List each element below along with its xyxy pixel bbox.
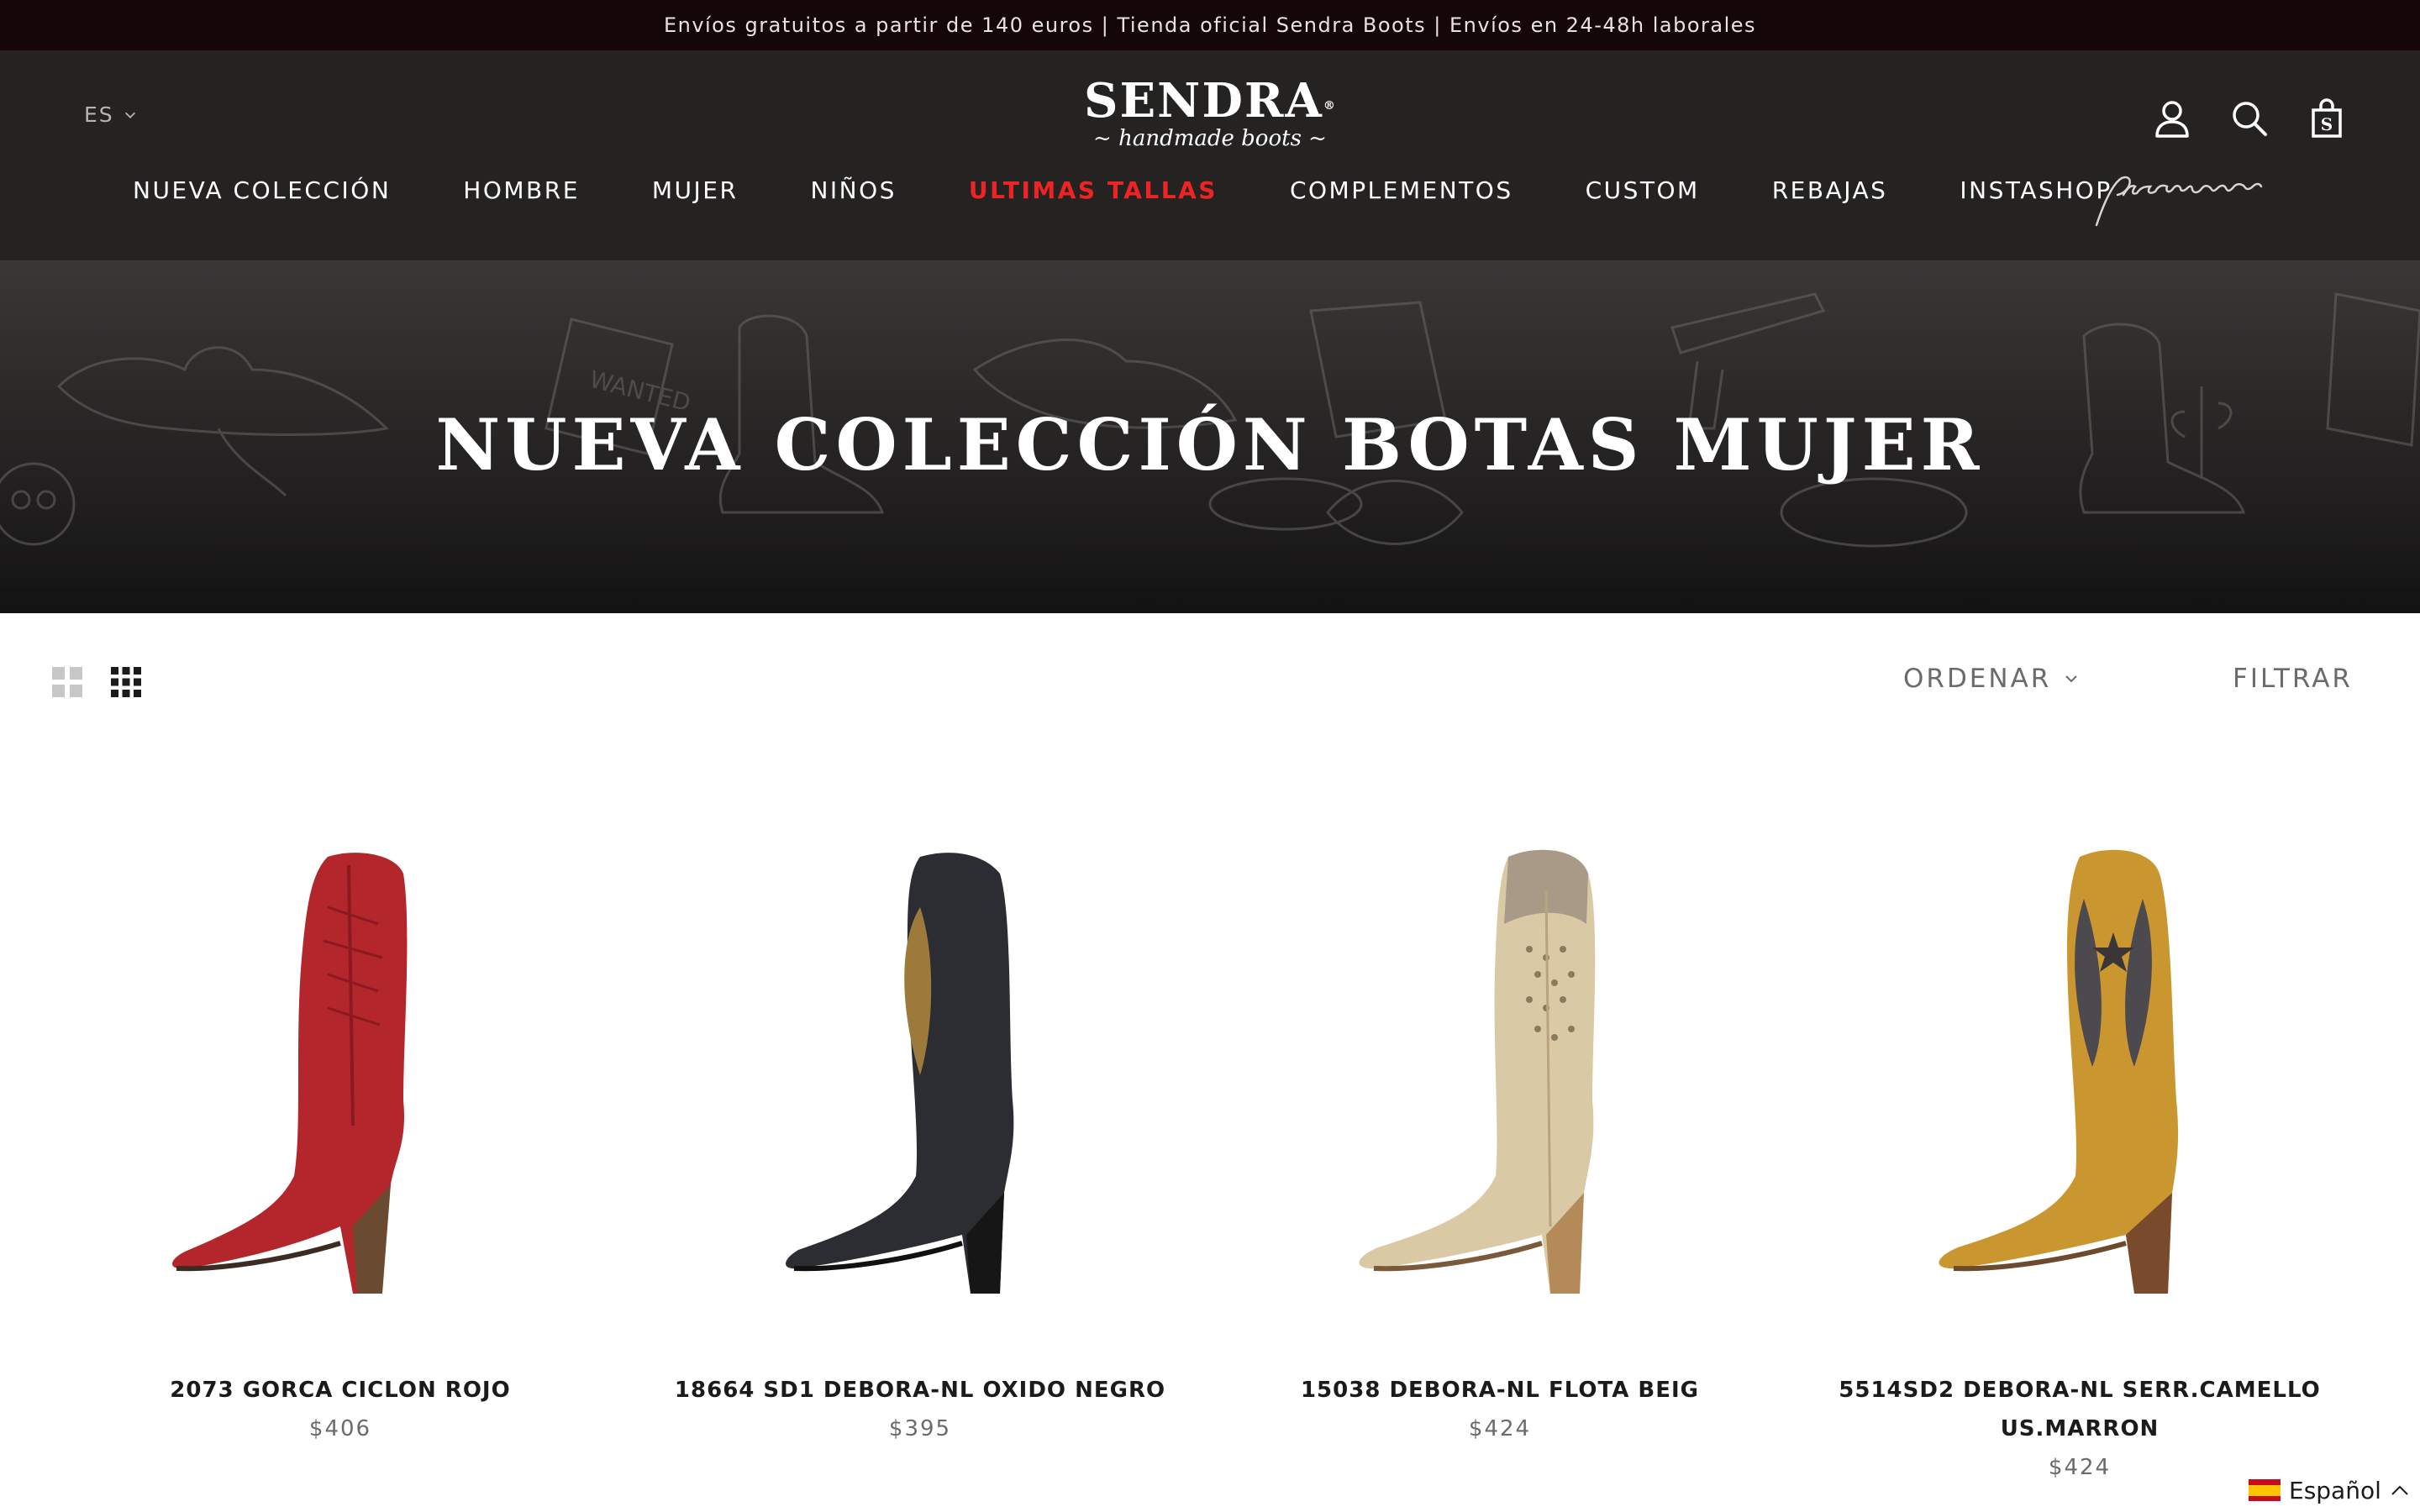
- camel-boot-image: [1939, 849, 2179, 1294]
- product-name[interactable]: 18664 SD1 DEBORA-NL OXIDO NEGRO: [630, 1371, 1210, 1410]
- logo-main-text: SENDRA: [1084, 73, 1323, 129]
- sort-label: ORDENAR: [1903, 664, 2052, 694]
- premium-script-logo: [2095, 176, 2263, 227]
- sort-dropdown[interactable]: ORDENAR: [1903, 664, 2080, 694]
- chevron-down-icon: [2065, 675, 2078, 683]
- language-label: Español: [2289, 1476, 2381, 1504]
- product-grid: 2073 GORCA CICLON ROJO $406 18664 SD1 DE…: [0, 823, 2420, 1512]
- search-icon[interactable]: [2230, 97, 2269, 139]
- nav-custom[interactable]: CUSTOM: [1586, 176, 1700, 204]
- announcement-bar: Envíos gratuitos a partir de 140 euros |…: [0, 0, 2420, 50]
- premium-link[interactable]: [2088, 166, 2277, 234]
- logo-tagline: ~ handmade boots ~: [1093, 126, 1327, 151]
- product-card[interactable]: 5514SD2 DEBORA-NL SERR.CAMELLO US.MARRON…: [1790, 823, 2370, 1480]
- svg-text:S: S: [2321, 114, 2333, 134]
- torn-paper-edge: [0, 588, 2420, 606]
- nav-hombre[interactable]: HOMBRE: [463, 176, 580, 204]
- filter-button[interactable]: FILTRAR: [2233, 664, 2353, 694]
- chevron-up-icon: [2391, 1485, 2408, 1495]
- collection-title: NUEVA COLECCIÓN BOTAS MUJER: [435, 403, 1985, 486]
- language-selector[interactable]: ES: [84, 102, 138, 127]
- chevron-down-icon: [124, 112, 135, 118]
- red-boot-image: [172, 853, 408, 1294]
- nav-ultimas-tallas[interactable]: ULTIMAS TALLAS: [969, 176, 1218, 204]
- announcement-text: Envíos gratuitos a partir de 140 euros |…: [663, 13, 1757, 37]
- site-logo[interactable]: SENDRA® ~ handmade boots ~: [1084, 76, 1336, 160]
- product-image[interactable]: [630, 823, 1210, 1327]
- product-price: $395: [888, 1416, 952, 1441]
- spain-flag-icon: [2249, 1479, 2281, 1501]
- black-boot-image: [786, 853, 1014, 1294]
- site-header: ES SENDRA® ~ handmade boots ~ S NUEVA CO…: [0, 50, 2420, 260]
- nav-complementos[interactable]: COMPLEMENTOS: [1290, 176, 1513, 204]
- logo-registered-mark: ®: [1323, 99, 1337, 113]
- collection-hero-banner: WANTED NUEVA COLECCIÓN BOTAS MUJER: [0, 260, 2420, 613]
- product-image[interactable]: [50, 823, 630, 1327]
- language-switcher-widget[interactable]: Español: [2235, 1468, 2420, 1512]
- collection-toolbar: ORDENAR FILTRAR: [0, 655, 2420, 706]
- language-code: ES: [84, 102, 114, 127]
- nav-nueva-coleccion[interactable]: NUEVA COLECCIÓN: [133, 176, 391, 204]
- product-name[interactable]: 5514SD2 DEBORA-NL SERR.CAMELLO US.MARRON: [1790, 1371, 2370, 1448]
- product-price: $424: [1468, 1416, 1532, 1441]
- product-card[interactable]: 15038 DEBORA-NL FLOTA BEIG $424: [1210, 823, 1790, 1441]
- product-card[interactable]: 2073 GORCA CICLON ROJO $406: [50, 823, 630, 1441]
- nav-ninos[interactable]: NIÑOS: [810, 176, 896, 204]
- product-name[interactable]: 15038 DEBORA-NL FLOTA BEIG: [1210, 1371, 1790, 1410]
- cart-icon[interactable]: S: [2307, 97, 2346, 139]
- product-card[interactable]: 18664 SD1 DEBORA-NL OXIDO NEGRO $395: [630, 823, 1210, 1441]
- product-image[interactable]: [1790, 823, 2370, 1327]
- beige-boot-image: [1359, 849, 1596, 1294]
- product-image[interactable]: [1210, 823, 1790, 1327]
- nav-mujer[interactable]: MUJER: [652, 176, 739, 204]
- nav-rebajas[interactable]: REBAJAS: [1772, 176, 1888, 204]
- header-actions: S: [2153, 97, 2346, 139]
- main-navigation: NUEVA COLECCIÓN HOMBRE MUJER NIÑOS ULTIM…: [133, 176, 2185, 204]
- grid-2-icon[interactable]: [50, 665, 84, 699]
- product-price: $406: [308, 1416, 372, 1441]
- product-name[interactable]: 2073 GORCA CICLON ROJO: [50, 1371, 630, 1410]
- grid-3-icon[interactable]: [109, 665, 143, 699]
- account-icon[interactable]: [2153, 97, 2191, 139]
